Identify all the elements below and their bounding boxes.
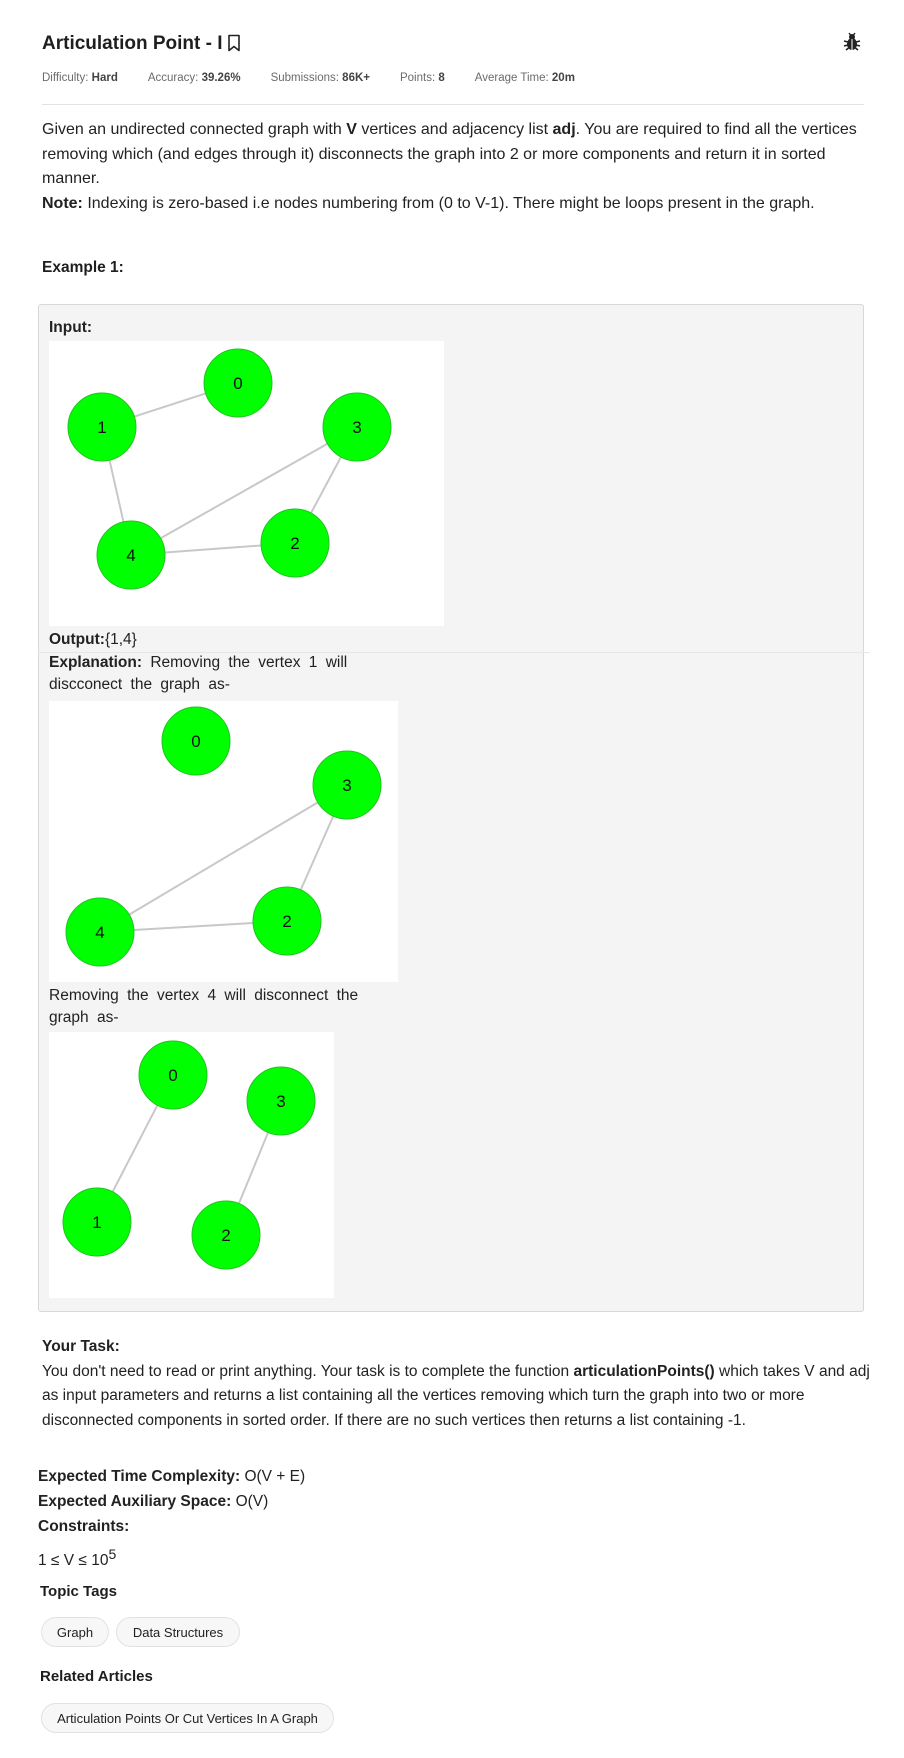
node-label-3: 3 — [276, 1092, 285, 1111]
node-label-0: 0 — [168, 1066, 177, 1085]
node-4: 4 — [65, 897, 135, 967]
related-articles-title: Related Articles — [40, 1668, 153, 1685]
constraint-value: 1 ≤ V ≤ 105 — [38, 1546, 117, 1570]
explanation-2: Removing the vertex 4 will disconnect th… — [49, 987, 359, 1026]
tag-data-structures[interactable]: Data Structures — [116, 1617, 240, 1647]
edge-0-1 — [134, 392, 206, 418]
node-2: 2 — [252, 886, 322, 956]
example-title: Example 1: — [42, 259, 124, 276]
input-graph-svg: 0 1 2 3 4 — [67, 348, 392, 590]
node-label-3: 3 — [342, 776, 351, 795]
node-0: 0 — [203, 348, 273, 418]
tag-graph[interactable]: Graph — [41, 1617, 109, 1647]
row-separator — [38, 652, 870, 653]
edge-4-2 — [133, 921, 254, 932]
space-complexity: Expected Auxiliary Space: O(V) — [38, 1493, 269, 1510]
edge-3-2 — [310, 456, 342, 514]
node-0: 0 — [161, 706, 231, 776]
node-label-4: 4 — [95, 923, 104, 942]
report-bug-icon[interactable] — [842, 32, 864, 54]
related-article-link[interactable]: Articulation Points Or Cut Vertices In A… — [41, 1703, 334, 1733]
node-label-0: 0 — [233, 374, 242, 393]
points: Points: 8 — [399, 72, 445, 84]
edge-1-4 — [108, 459, 125, 523]
output-value: {1,4} — [104, 631, 137, 648]
your-task: Your Task: You don't need to read or pri… — [42, 1335, 872, 1433]
input-graph: 0 1 2 3 4 — [49, 341, 444, 626]
node-3: 3 — [312, 750, 382, 820]
header-divider — [42, 104, 864, 105]
node-1: 1 — [67, 392, 137, 462]
node-3: 3 — [246, 1066, 316, 1136]
edge-0-1 — [111, 1104, 159, 1193]
function-name: articulationPoints() — [573, 1362, 715, 1380]
graph-removed-vertex-4: 0 1 2 3 — [49, 1032, 334, 1298]
bookmark-icon[interactable] — [227, 34, 243, 54]
graph-removed-vertex-1-svg: 0 2 3 4 — [65, 706, 382, 967]
node-label-2: 2 — [290, 534, 299, 553]
node-label-1: 1 — [92, 1213, 101, 1232]
graph-removed-vertex-1: 0 2 3 4 — [49, 701, 398, 982]
node-label-1: 1 — [97, 418, 106, 437]
node-2: 2 — [260, 508, 330, 578]
note-label: Note: — [42, 194, 83, 212]
node-label-2: 2 — [282, 912, 291, 931]
difficulty: Difficulty: Hard — [42, 72, 118, 84]
average-time: Average Time: 20m — [474, 72, 575, 84]
topic-tags-title: Topic Tags — [40, 1583, 117, 1600]
example-box: Input: 0 1 2 3 4 Output:{1,4} Explanation: R… — [38, 304, 864, 1312]
node-label-2: 2 — [221, 1226, 230, 1245]
time-complexity: Expected Time Complexity: O(V + E) — [38, 1468, 306, 1485]
edge-4-2 — [164, 544, 262, 554]
problem-meta: Difficulty: Hard Accuracy: 39.26% Submis… — [42, 72, 864, 84]
edge-3-2 — [299, 815, 335, 891]
node-label-0: 0 — [191, 732, 200, 751]
complexity-section: Expected Time Complexity: O(V + E) Expec… — [38, 1464, 858, 1573]
problem-title: Articulation Point - I — [42, 33, 223, 54]
node-2: 2 — [191, 1200, 261, 1270]
output-line: Output:{1,4} — [49, 631, 137, 648]
node-3: 3 — [322, 392, 392, 462]
submissions: Submissions: 86K+ — [270, 72, 370, 84]
input-label: Input: — [49, 319, 93, 336]
node-label-3: 3 — [352, 418, 361, 437]
node-0: 0 — [138, 1040, 208, 1110]
node-4: 4 — [96, 520, 166, 590]
graph-removed-vertex-4-svg: 0 1 2 3 — [62, 1040, 316, 1270]
edge-3-2 — [237, 1132, 270, 1204]
explanation-1: Explanation: Removing the vertex 1 will … — [49, 654, 348, 693]
constraints-label: Constraints: — [38, 1518, 130, 1535]
problem-header: Articulation Point - I Difficulty: Hard … — [42, 30, 864, 84]
node-1: 1 — [62, 1187, 132, 1257]
task-text: You don't need to read or print anything… — [42, 1362, 870, 1429]
accuracy: Accuracy: 39.26% — [147, 72, 241, 84]
task-heading: Your Task: — [42, 1338, 120, 1355]
node-label-4: 4 — [126, 546, 135, 565]
problem-description: Given an undirected connected graph with… — [42, 121, 857, 212]
